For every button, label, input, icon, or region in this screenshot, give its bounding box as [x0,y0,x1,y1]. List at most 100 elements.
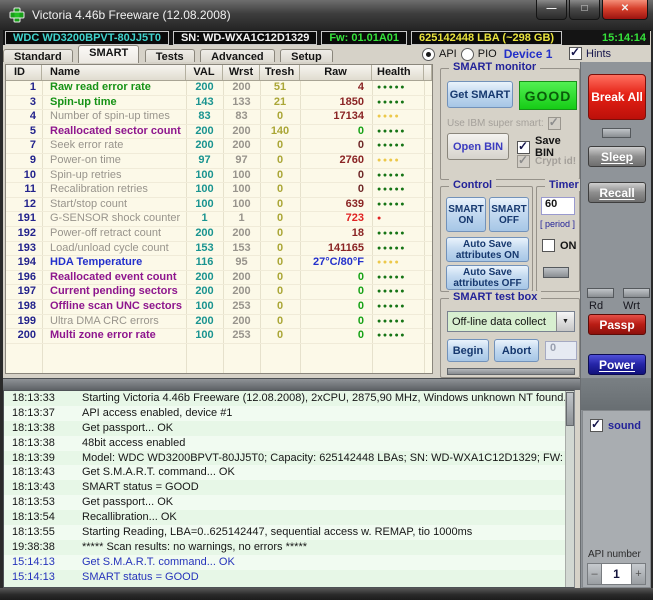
autosave-off-button[interactable]: Auto Save attributes OFF [446,265,529,290]
smart-attribute-row[interactable]: 199 Ultra DMA CRC errors 200 200 0 0 ●●●… [6,315,432,330]
attr-val: 83 [186,110,223,124]
api-number-decrement-button[interactable]: – [587,563,602,585]
smart-attribute-row[interactable]: 3 Spin-up time 143 133 21 1850 ●●●●● [6,96,432,111]
log-divider [3,378,580,390]
col-header-val[interactable]: VAL [186,65,223,80]
log-entry-time: 18:13:38 [12,436,68,451]
log-entry-time: 19:38:38 [12,540,68,555]
attr-val: 1 [186,212,223,226]
smart-attribute-row[interactable]: 11 Recalibration retries 100 100 0 0 ●●●… [6,183,432,198]
autosave-on-button[interactable]: Auto Save attributes ON [446,237,529,262]
smart-attribute-row[interactable]: 193 Load/unload cycle count 153 153 0 14… [6,242,432,257]
attr-name: Seek error rate [42,139,186,153]
col-header-wrst[interactable]: Wrst [223,65,260,80]
get-smart-button[interactable]: Get SMART [447,81,513,108]
attr-health-dots: ●●●●● [372,285,424,299]
sound-checkbox[interactable] [590,419,603,432]
attr-threshold: 0 [260,329,300,343]
smart-attribute-row[interactable]: 7 Seek error rate 200 200 0 0 ●●●●● [6,139,432,154]
smart-attribute-row[interactable]: 4 Number of spin-up times 83 83 0 17134 … [6,110,432,125]
abort-button[interactable]: Abort [494,339,539,362]
attr-health-dots: ●●●●● [372,183,424,197]
attr-health-dots: ●●●●● [372,81,424,95]
smart-attribute-row[interactable]: 197 Current pending sectors 200 200 0 0 … [6,285,432,300]
read-led [587,288,614,298]
pio-radio[interactable] [461,48,474,61]
attr-id: 1 [6,81,42,95]
attr-name: Spin-up time [42,96,186,110]
log-entry-text: API access enabled, device #1 [82,407,232,419]
ibm-smart-checkbox [548,117,561,130]
attr-worst: 200 [223,271,260,285]
tab-smart[interactable]: SMART [78,45,139,63]
col-header-health[interactable]: Health [372,65,424,80]
attr-id: 200 [6,329,42,343]
attr-val: 200 [186,139,223,153]
attr-val: 97 [186,154,223,168]
smart-on-button[interactable]: SMART ON [446,197,486,232]
timer-period-input[interactable]: 60 [541,197,575,215]
smart-attribute-row[interactable]: 192 Power-off retract count 200 200 0 18… [6,227,432,242]
close-button[interactable]: ✕ [602,0,648,20]
col-header-id[interactable]: ID [6,65,42,80]
smart-off-button[interactable]: SMART OFF [489,197,529,232]
attr-raw: 723 [300,212,372,226]
log-scrollbar[interactable] [565,391,574,587]
app-icon [9,7,25,23]
victoria-window: Victoria 4.46b Freeware (12.08.2008) — □… [0,0,653,600]
device-label: Device 1 [504,47,553,61]
attr-worst: 97 [223,154,260,168]
attr-id: 196 [6,271,42,285]
attr-id: 9 [6,154,42,168]
minimize-button[interactable]: — [536,0,567,20]
sleep-button[interactable]: Sleep [588,146,646,167]
chevron-down-icon[interactable]: ▼ [556,312,574,331]
api-radio[interactable] [422,48,435,61]
smart-attribute-row[interactable]: 12 Start/stop count 100 100 0 639 ●●●●● [6,198,432,213]
recall-button[interactable]: Recall [588,182,646,203]
api-number-increment-button[interactable]: + [631,563,646,585]
begin-button[interactable]: Begin [447,339,489,362]
smart-attribute-row[interactable]: 9 Power-on time 97 97 0 2760 ●●●● [6,154,432,169]
smart-attributes-table: ID Name VAL Wrst Tresh Raw Health 1 Raw … [5,64,433,374]
break-all-button[interactable]: Break All [588,74,646,120]
smart-attribute-row[interactable]: 10 Spin-up retries 100 100 0 0 ●●●●● [6,169,432,184]
smart-attribute-row[interactable]: 194 HDA Temperature 116 95 0 27°C/80°F ●… [6,256,432,271]
smart-attribute-row[interactable]: 198 Offline scan UNC sectors 100 253 0 0… [6,300,432,315]
power-button[interactable]: Power [588,354,646,375]
smart-attribute-row[interactable]: 5 Reallocated sector count 200 200 140 0… [6,125,432,140]
attr-health-dots: ●●●● [372,256,424,270]
attr-id: 10 [6,169,42,183]
hints-checkbox[interactable] [569,47,582,60]
attr-threshold: 0 [260,285,300,299]
smart-attribute-row[interactable]: 196 Reallocated event count 200 200 0 0 … [6,271,432,286]
test-progress-bar [447,368,575,375]
smart-attribute-row[interactable]: 1 Raw read error rate 200 200 51 4 ●●●●● [6,81,432,96]
smart-attribute-row[interactable]: 191 G-SENSOR shock counter 1 1 0 723 ● [6,212,432,227]
col-header-tresh[interactable]: Tresh [260,65,300,80]
api-label: API [439,48,457,60]
attr-threshold: 0 [260,256,300,270]
control-title: Control [449,179,496,191]
smart-attribute-row[interactable]: 200 Multi zone error rate 100 253 0 0 ●●… [6,329,432,344]
test-type-dropdown[interactable]: Off-line data collect ▼ [447,311,575,332]
save-bin-checkbox[interactable] [517,141,530,154]
sound-label: sound [608,420,641,432]
table-body: 1 Raw read error rate 200 200 51 4 ●●●●●… [6,81,432,344]
title-bar[interactable]: Victoria 4.46b Freeware (12.08.2008) — □… [0,0,653,31]
col-header-name[interactable]: Name [42,65,186,80]
attr-health-dots: ●●●●● [372,315,424,329]
maximize-button[interactable]: □ [569,0,600,20]
log-scrollbar-thumb[interactable] [566,392,574,426]
log-entry-text: 48bit access enabled [82,437,185,449]
col-header-raw[interactable]: Raw [300,65,372,80]
attr-val: 200 [186,227,223,241]
attr-raw: 0 [300,315,372,329]
attr-threshold: 0 [260,110,300,124]
attr-worst: 133 [223,96,260,110]
timer-on-checkbox[interactable] [542,239,555,252]
open-bin-button[interactable]: Open BIN [447,133,509,160]
passp-button[interactable]: Passp [588,314,646,335]
attr-name: Offline scan UNC sectors [42,300,186,314]
log-entry-text: ***** Scan results: no warnings, no erro… [82,541,307,553]
